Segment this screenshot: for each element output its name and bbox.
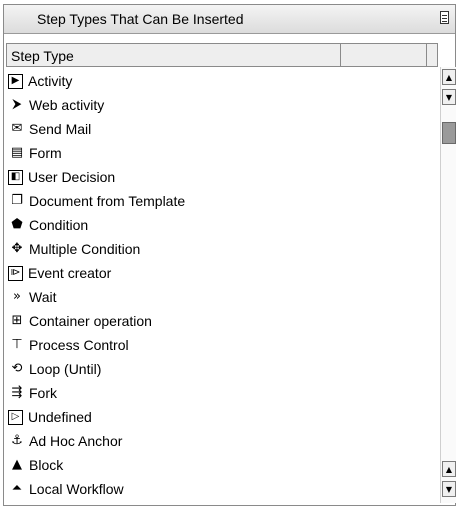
step-type-label: Form: [29, 145, 62, 161]
table-row[interactable]: ✥ Multiple Condition: [8, 237, 436, 261]
fork-icon: ⇶: [11, 385, 23, 400]
column-separator[interactable]: [426, 44, 427, 66]
panel-title-bar: Step Types That Can Be Inserted: [4, 5, 455, 34]
activity-icon: ▶: [8, 73, 23, 89]
table-row[interactable]: ⇶ Fork: [8, 381, 436, 405]
table-row[interactable]: ⚓ Ad Hoc Anchor: [8, 429, 436, 453]
step-type-label: Condition: [29, 217, 89, 233]
step-type-label: Fork: [29, 385, 57, 401]
send-mail-icon: ✉: [11, 121, 23, 136]
table-row[interactable]: ❐ Document from Template: [8, 189, 436, 213]
step-type-label: Event creator: [28, 265, 112, 281]
block-icon: ▲: [12, 457, 22, 472]
table-row[interactable]: ⮞ Web activity: [8, 93, 436, 117]
table-row[interactable]: ▷ Undefined: [8, 405, 436, 429]
table-header: Step Type: [6, 43, 438, 67]
process-control-icon: ⊤: [11, 337, 23, 352]
table-row[interactable]: ✉ Send Mail: [8, 117, 436, 141]
loop-icon: ⟲: [11, 361, 23, 376]
panel-menu-icon[interactable]: [440, 11, 449, 24]
step-type-label: Web activity: [29, 97, 105, 113]
step-type-label: Block: [29, 457, 64, 473]
step-type-label: Document from Template: [29, 193, 186, 209]
web-activity-icon: ⮞: [12, 97, 22, 112]
step-type-label: Process Control: [29, 337, 129, 353]
scroll-down-icon[interactable]: ▼: [442, 89, 456, 105]
table-row[interactable]: ⧐ Event creator: [8, 261, 436, 285]
table-row[interactable]: ⏶ Local Workflow: [8, 477, 436, 501]
scroll-down-icon[interactable]: ▼: [442, 481, 456, 497]
local-workflow-icon: ⏶: [11, 481, 23, 496]
step-type-label: Activity: [28, 73, 73, 89]
step-type-label: User Decision: [28, 169, 116, 185]
step-type-label: Loop (Until): [29, 361, 102, 377]
table-row[interactable]: ⊤ Process Control: [8, 333, 436, 357]
column-separator[interactable]: [340, 44, 341, 66]
table-row[interactable]: ⟲ Loop (Until): [8, 357, 436, 381]
container-operation-icon: ⊞: [11, 313, 23, 328]
table-row[interactable]: ⊞ Container operation: [8, 309, 436, 333]
table-row[interactable]: ▤ Form: [8, 141, 436, 165]
undefined-icon: ▷: [8, 409, 23, 425]
column-header-step-type[interactable]: Step Type: [11, 48, 74, 64]
scrollbar-thumb[interactable]: [442, 122, 456, 144]
anchor-icon: ⚓: [11, 433, 23, 448]
step-type-label: Undefined: [28, 409, 92, 425]
step-type-label: Ad Hoc Anchor: [29, 433, 123, 449]
document-template-icon: ❐: [11, 193, 23, 208]
table-row[interactable]: ▶ Activity: [8, 69, 436, 93]
step-type-label: Send Mail: [29, 121, 92, 137]
wait-icon: »: [13, 289, 21, 304]
form-icon: ▤: [10, 145, 24, 160]
step-type-label: Container operation: [29, 313, 152, 329]
table-row[interactable]: ▲ Block: [8, 453, 436, 477]
panel-title: Step Types That Can Be Inserted: [37, 11, 244, 27]
step-type-label: Wait: [29, 289, 57, 305]
vertical-scrollbar[interactable]: ▲ ▼ ▲ ▼: [440, 67, 456, 503]
multiple-condition-icon: ✥: [11, 241, 23, 256]
user-decision-icon: ◧: [8, 169, 23, 185]
step-type-list: ▶ Activity ⮞ Web activity ✉ Send Mail ▤ Form ◧ Us…: [8, 69, 436, 501]
condition-icon: ⬟: [11, 217, 23, 232]
scroll-up-icon[interactable]: ▲: [442, 461, 456, 477]
step-types-panel: Step Types That Can Be Inserted Step Typ…: [3, 4, 456, 506]
step-type-label: Multiple Condition: [29, 241, 141, 257]
table-row[interactable]: » Wait: [8, 285, 436, 309]
event-creator-icon: ⧐: [8, 265, 23, 281]
table-row[interactable]: ◧ User Decision: [8, 165, 436, 189]
step-type-label: Local Workflow: [29, 481, 124, 497]
scroll-up-icon[interactable]: ▲: [442, 69, 456, 85]
table-row[interactable]: ⬟ Condition: [8, 213, 436, 237]
